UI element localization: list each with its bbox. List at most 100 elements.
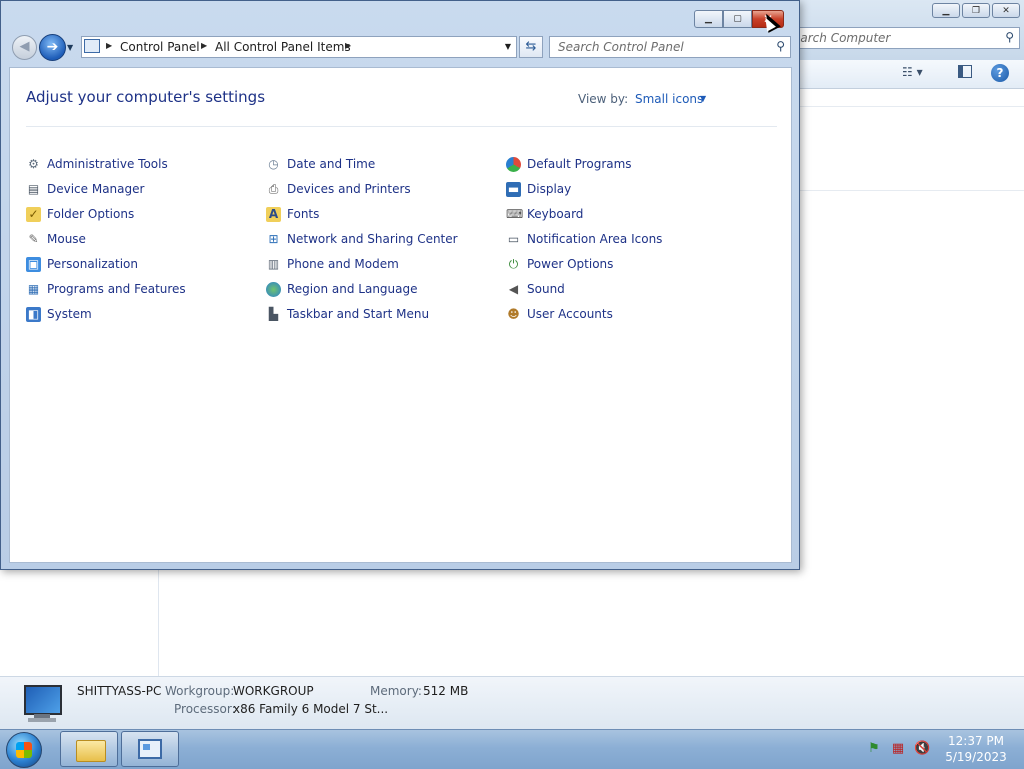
search-icon[interactable]: ⚲ [1005, 30, 1014, 44]
workgroup-label: Workgroup: [165, 684, 235, 698]
control-panel-icon [84, 39, 100, 53]
view-by-label: View by: [578, 92, 629, 106]
control-panel-content: Adjust your computer's settings View by:… [9, 67, 792, 563]
windows-logo-icon [16, 742, 32, 758]
personalization-icon: ▣ [26, 256, 41, 272]
fonts-icon: A [266, 206, 281, 222]
printer-icon: ⎙ [268, 181, 279, 196]
item-user-accounts[interactable]: ☻ User Accounts [506, 304, 613, 324]
notification-area: ⚑ ▦ 🔇 12:37 PM 5/19/2023 [860, 730, 1024, 769]
item-keyboard[interactable]: ⌨ Keyboard [506, 204, 583, 224]
globe-icon [266, 281, 281, 297]
phone-icon: ▥ [267, 256, 280, 271]
clock-icon: ◷ [268, 156, 279, 171]
processor-label: Processor: [174, 702, 236, 716]
item-taskbar-and-start-menu[interactable]: ▙ Taskbar and Start Menu [266, 304, 429, 324]
action-center-icon[interactable]: ⚑ [866, 741, 882, 757]
address-bar[interactable]: ▶ Control Panel ▶ All Control Panel Item… [81, 36, 517, 58]
mouse-icon: ✎ [28, 231, 39, 246]
search-input[interactable]: Search Control Panel ⚲ [549, 36, 791, 58]
item-devices-and-printers[interactable]: ⎙ Devices and Printers [266, 179, 411, 199]
item-display[interactable]: ▬ Display [506, 179, 571, 199]
search-icon[interactable]: ⚲ [776, 39, 785, 53]
address-dropdown-icon[interactable]: ▼ [505, 42, 511, 51]
memory-label: Memory: [370, 684, 422, 698]
network-status-icon[interactable]: ▦ [890, 741, 906, 757]
taskbar: ⚑ ▦ 🔇 12:37 PM 5/19/2023 [0, 729, 1024, 769]
item-system[interactable]: ◧ System [26, 304, 92, 324]
item-fonts[interactable]: A Fonts [266, 204, 319, 224]
folder-icon [76, 740, 106, 762]
item-sound[interactable]: ◀ Sound [506, 279, 565, 299]
breadcrumb-control-panel[interactable]: Control Panel [120, 40, 200, 54]
back-button[interactable]: ◀ [12, 35, 37, 60]
control-panel-window: ▁ ▢ ✕ ◀ ➔ ▼ ▶ Control Panel ▶ All Contro… [0, 0, 800, 570]
chevron-down-icon[interactable]: ▼ [700, 94, 706, 103]
folder-options-icon: ✓ [26, 206, 41, 222]
computer-search-input[interactable]: earch Computer ⚲ [780, 27, 1020, 49]
device-manager-icon: ▤ [27, 181, 40, 196]
computer-maximize-button[interactable]: ❐ [962, 3, 990, 18]
programs-icon: ▦ [27, 281, 40, 296]
clock-time[interactable]: 12:37 PM [940, 734, 1012, 748]
breadcrumb-arrow-icon[interactable]: ▶ [201, 41, 207, 50]
item-personalization[interactable]: ▣ Personalization [26, 254, 138, 274]
notification-icon: ▭ [507, 231, 520, 246]
item-date-and-time[interactable]: ◷ Date and Time [266, 154, 375, 174]
default-programs-icon [506, 156, 521, 172]
divider [26, 126, 777, 127]
keyboard-icon: ⌨ [506, 206, 524, 221]
system-icon: ◧ [26, 306, 41, 322]
item-mouse[interactable]: ✎ Mouse [26, 229, 85, 249]
page-title: Adjust your computer's settings [26, 88, 266, 106]
minimize-button[interactable]: ▁ [694, 10, 723, 28]
item-power-options[interactable]: ⏻ Power Options [506, 254, 614, 274]
maximize-button[interactable]: ▢ [723, 10, 752, 28]
search-placeholder: Search Control Panel [558, 40, 684, 54]
display-icon: ▬ [506, 181, 521, 197]
item-folder-options[interactable]: ✓ Folder Options [26, 204, 134, 224]
item-programs-and-features[interactable]: ▦ Programs and Features [26, 279, 186, 299]
item-administrative-tools[interactable]: ⚙ Administrative Tools [26, 154, 168, 174]
item-phone-and-modem[interactable]: ▥ Phone and Modem [266, 254, 399, 274]
breadcrumb-arrow-icon[interactable]: ▶ [345, 41, 351, 50]
memory-value: 512 MB [423, 684, 469, 698]
change-view-icon[interactable]: ☷ ▾ [902, 65, 923, 79]
item-default-programs[interactable]: Default Programs [506, 154, 632, 174]
refresh-button[interactable]: ⇆ [519, 36, 543, 58]
forward-button[interactable]: ➔ [39, 34, 66, 61]
item-device-manager[interactable]: ▤ Device Manager [26, 179, 145, 199]
start-button[interactable] [6, 732, 42, 768]
item-network-and-sharing-center[interactable]: ⊞ Network and Sharing Center [266, 229, 457, 249]
clock-date[interactable]: 5/19/2023 [940, 750, 1012, 764]
breadcrumb-arrow-icon[interactable]: ▶ [106, 41, 112, 50]
network-icon: ⊞ [268, 231, 279, 246]
computer-close-button[interactable]: ✕ [992, 3, 1020, 18]
volume-muted-icon[interactable]: 🔇 [914, 741, 930, 757]
content-divider [800, 106, 1024, 107]
admin-tools-icon: ⚙ [28, 156, 39, 171]
computer-icon [20, 683, 64, 723]
taskbar-control-panel-button[interactable] [121, 731, 179, 767]
power-icon: ⏻ [508, 256, 519, 271]
computer-minimize-button[interactable]: ▁ [932, 3, 960, 18]
item-notification-area-icons[interactable]: ▭ Notification Area Icons [506, 229, 663, 249]
item-region-and-language[interactable]: Region and Language [266, 279, 418, 299]
breadcrumb-all-items[interactable]: All Control Panel Items [215, 40, 351, 54]
users-icon: ☻ [507, 306, 520, 321]
taskbar-explorer-button[interactable] [60, 731, 118, 767]
control-panel-icon [138, 739, 162, 759]
computer-name: SHITTYASS-PC [77, 684, 162, 698]
workgroup-value: WORKGROUP [233, 684, 314, 698]
taskbar-icon: ▙ [268, 306, 279, 321]
computer-caption-buttons: ▁ ❐ ✕ [932, 3, 1020, 18]
details-pane: SHITTYASS-PC Workgroup: WORKGROUP Memory… [0, 676, 1024, 730]
preview-pane-icon[interactable] [958, 65, 972, 78]
processor-value: x86 Family 6 Model 7 St... [233, 702, 389, 716]
view-by-dropdown[interactable]: Small icons [635, 92, 703, 106]
content-divider [800, 190, 1024, 191]
computer-search-placeholder: earch Computer [793, 31, 891, 45]
recent-pages-dropdown[interactable]: ▼ [67, 43, 73, 52]
speaker-icon: ◀ [508, 281, 519, 296]
help-icon[interactable]: ? [991, 64, 1009, 82]
